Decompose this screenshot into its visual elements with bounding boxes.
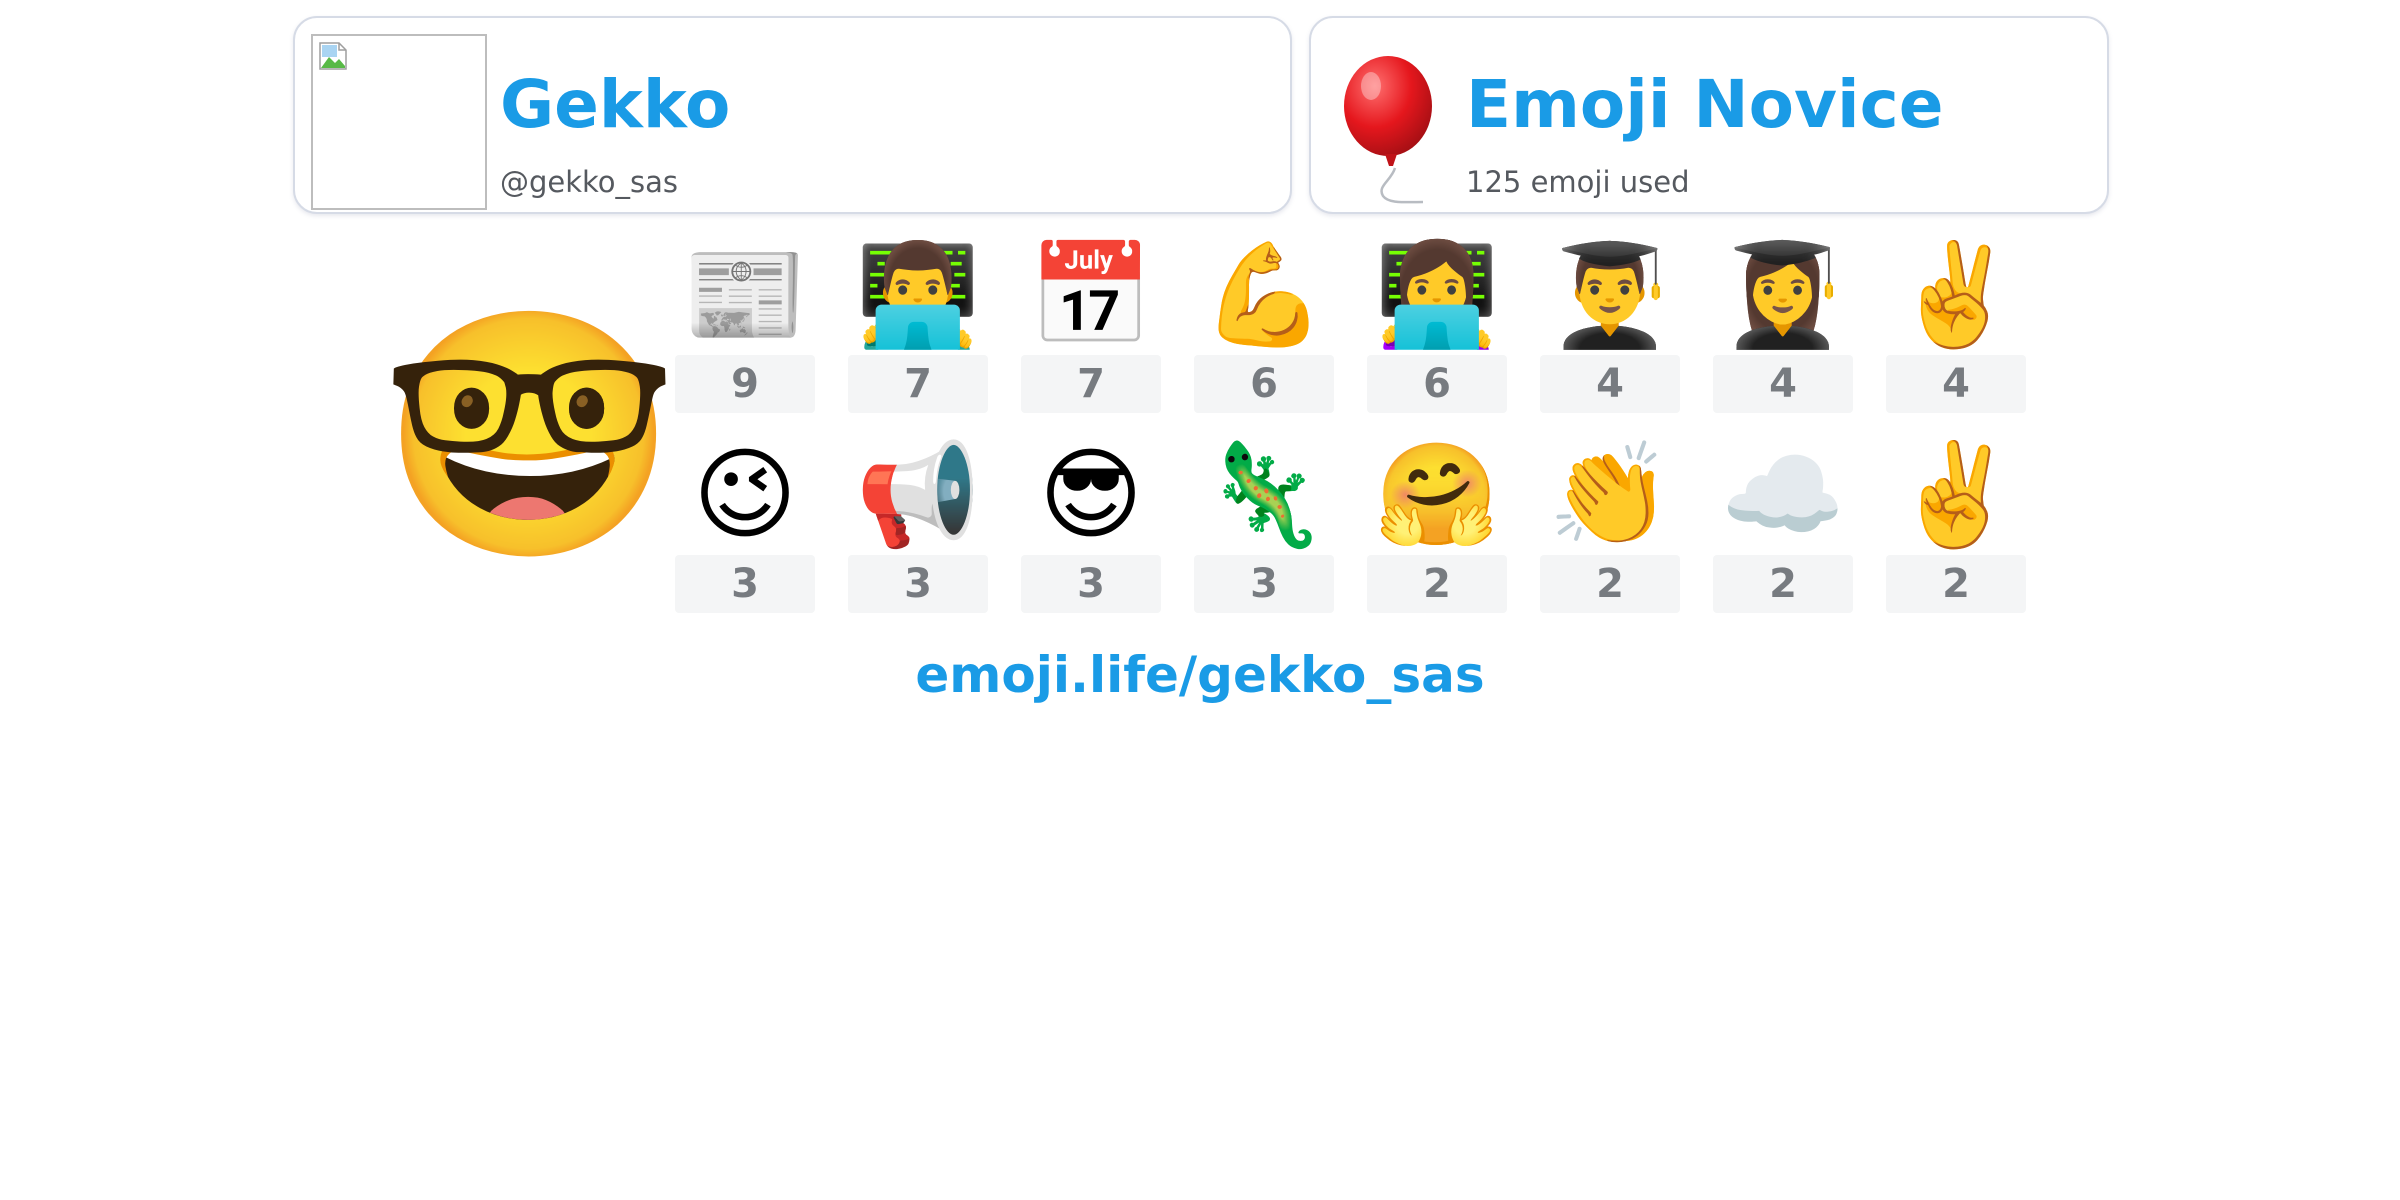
- emoji-count: 2: [1713, 555, 1853, 613]
- man-student-emoji: 👨‍🎓: [1547, 236, 1673, 353]
- emoji-count: 3: [848, 555, 988, 613]
- emoji-stat-victory-hand: ✌️ 4: [1886, 235, 2026, 415]
- emoji-stat-lizard: 🦎 3: [1194, 435, 1334, 615]
- emoji-stat-cloud: ☁️ 2: [1713, 435, 1853, 615]
- emoji-count: 6: [1194, 355, 1334, 413]
- emoji-stat-smiling-face-with-sunglasses: 😎 3: [1021, 435, 1161, 615]
- emoji-count: 3: [675, 555, 815, 613]
- emoji-count: 7: [848, 355, 988, 413]
- emoji-stat-man-student: 👨‍🎓 4: [1540, 235, 1680, 415]
- victory-hand-emoji: ✌️: [1893, 236, 2019, 353]
- cloud-emoji: ☁️: [1720, 436, 1846, 553]
- emoji-count: 2: [1540, 555, 1680, 613]
- clapping-hands-emoji: 👏: [1547, 436, 1673, 553]
- broken-image-icon: [319, 42, 347, 70]
- lizard-emoji: 🦎: [1201, 436, 1327, 553]
- emoji-count: 9: [675, 355, 815, 413]
- emoji-stat-woman-technologist: 👩‍💻 6: [1367, 235, 1507, 415]
- smiling-face-with-sunglasses-emoji: 😎: [1038, 436, 1144, 553]
- rank-title: Emoji Novice: [1466, 66, 1944, 143]
- emoji-stat-newspaper: 📰 9: [675, 235, 815, 415]
- balloon-icon: [1344, 56, 1432, 204]
- emoji-stat-man-technologist: 👨‍💻 7: [848, 235, 988, 415]
- emoji-count: 2: [1367, 555, 1507, 613]
- profile-link[interactable]: emoji.life/gekko_sas: [0, 650, 2400, 700]
- user-card: Gekko @gekko_sas: [293, 16, 1292, 214]
- emoji-stat-calendar: 📅 7: [1021, 235, 1161, 415]
- top-emoji-nerd-face: 🤓: [380, 295, 679, 575]
- calendar-emoji: 📅: [1028, 236, 1154, 353]
- loudspeaker-emoji: 📢: [855, 436, 981, 553]
- man-technologist-emoji: 👨‍💻: [855, 236, 981, 353]
- user-handle: @gekko_sas: [500, 165, 679, 199]
- emoji-stat-loudspeaker: 📢 3: [848, 435, 988, 615]
- flexed-biceps-emoji: 💪: [1201, 236, 1327, 353]
- emoji-stat-victory-hand: ✌️ 2: [1886, 435, 2026, 615]
- emoji-stat-flexed-biceps: 💪 6: [1194, 235, 1334, 415]
- newspaper-emoji: 📰: [682, 236, 808, 353]
- emoji-count: 6: [1367, 355, 1507, 413]
- avatar: [311, 34, 487, 210]
- woman-student-emoji: 👩‍🎓: [1720, 236, 1846, 353]
- victory-hand-emoji: ✌️: [1893, 436, 2019, 553]
- emoji-count: 7: [1021, 355, 1161, 413]
- emoji-count: 4: [1886, 355, 2026, 413]
- emoji-stat-woman-student: 👩‍🎓 4: [1713, 235, 1853, 415]
- emoji-count: 4: [1540, 355, 1680, 413]
- winking-face-emoji: 😉: [692, 436, 798, 553]
- display-name: Gekko: [500, 66, 731, 143]
- emoji-usage-count: 125 emoji used: [1466, 165, 1690, 199]
- woman-technologist-emoji: 👩‍💻: [1374, 236, 1500, 353]
- hugging-face-emoji: 🤗: [1374, 436, 1500, 553]
- emoji-count: 2: [1886, 555, 2026, 613]
- rank-card: Emoji Novice 125 emoji used: [1309, 16, 2109, 214]
- emoji-count: 3: [1021, 555, 1161, 613]
- emoji-stat-clapping-hands: 👏 2: [1540, 435, 1680, 615]
- emoji-count: 4: [1713, 355, 1853, 413]
- emoji-stat-winking-face: 😉 3: [675, 435, 815, 615]
- emoji-count: 3: [1194, 555, 1334, 613]
- emoji-stat-hugging-face: 🤗 2: [1367, 435, 1507, 615]
